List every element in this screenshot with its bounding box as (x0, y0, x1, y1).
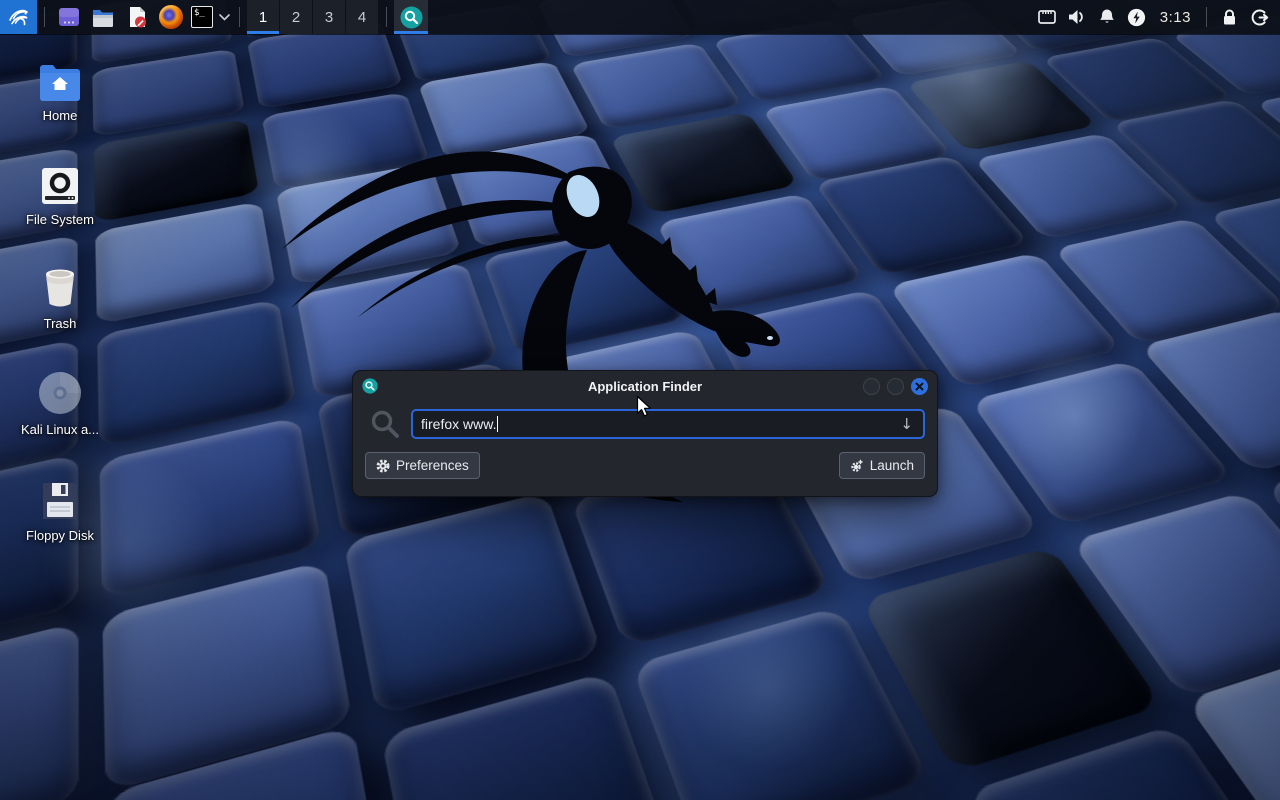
workspace-button-1[interactable]: 1 (247, 0, 279, 34)
desktop-icon-label: Floppy Disk (12, 528, 108, 543)
workspace-button-3[interactable]: 3 (313, 0, 345, 34)
logout-icon[interactable] (1244, 0, 1274, 34)
application-finder-button[interactable] (394, 0, 428, 34)
launch-label: Launch (870, 458, 914, 473)
launch-button[interactable]: Launch (839, 452, 925, 479)
preferences-label: Preferences (396, 458, 469, 473)
search-icon (369, 408, 401, 440)
lock-screen-icon[interactable] (1214, 0, 1244, 34)
optical-disc-icon (12, 368, 108, 416)
home-folder-icon (12, 54, 108, 102)
window-title: Application Finder (353, 379, 937, 394)
dialog-body: firefox www. ↓ Preferences (353, 401, 937, 491)
chevron-down-icon[interactable] (216, 0, 232, 34)
launcher-show-desktop[interactable] (52, 0, 86, 34)
app-finder-icon (400, 6, 423, 29)
panel-separator (1206, 7, 1207, 27)
workspace-label: 4 (358, 9, 366, 26)
launcher-text-editor[interactable] (120, 0, 154, 34)
wallpaper-cube (0, 622, 79, 800)
desktop-icon-label: Kali Linux a... (12, 422, 108, 437)
launcher-terminal[interactable]: $_ (188, 0, 216, 34)
close-button[interactable] (911, 378, 928, 395)
desktop-icon-kali-linux[interactable]: Kali Linux a... (12, 368, 108, 437)
desktop-icon-trash[interactable]: Trash (12, 262, 108, 331)
maximize-button[interactable] (887, 378, 904, 395)
text-caret (497, 416, 498, 432)
terminal-icon: $_ (191, 6, 213, 28)
desktop-icon-label: File System (12, 212, 108, 227)
window-titlebar[interactable]: Application Finder (353, 371, 937, 401)
launcher-firefox[interactable] (154, 0, 188, 34)
workspace-button-4[interactable]: 4 (346, 0, 378, 34)
desktop-icon-file-system[interactable]: File System (12, 158, 108, 227)
close-icon (915, 382, 924, 391)
hard-drive-icon (12, 158, 108, 206)
search-query-text: firefox www. (421, 416, 496, 432)
system-tray: 3:13 (1032, 0, 1280, 34)
workspace-label: 3 (325, 9, 333, 26)
launcher-file-manager[interactable] (86, 0, 120, 34)
applications-menu-button[interactable] (0, 0, 37, 34)
kali-dragon-icon (7, 5, 31, 29)
trash-can-icon (12, 262, 108, 310)
application-finder-window: Application Finder firefox www. (352, 370, 938, 497)
desktop-icon (57, 5, 81, 29)
desktop-icon-home[interactable]: Home (12, 54, 108, 123)
firefox-icon (159, 5, 183, 29)
wallpaper-cube (656, 193, 865, 314)
preferences-button[interactable]: Preferences (365, 452, 480, 479)
search-input[interactable]: firefox www. ↓ (411, 409, 925, 439)
minimize-button[interactable] (863, 378, 880, 395)
workspace-label: 2 (292, 9, 300, 26)
workspace-label: 1 (259, 9, 267, 26)
power-manager-icon[interactable] (1122, 0, 1152, 34)
text-editor-icon (125, 5, 149, 29)
panel-separator (239, 7, 240, 27)
panel-separator (386, 7, 387, 27)
gear-icon (376, 459, 390, 473)
network-icon[interactable] (1032, 0, 1062, 34)
file-manager-icon (91, 5, 115, 29)
notifications-bell-icon[interactable] (1092, 0, 1122, 34)
clock[interactable]: 3:13 (1152, 9, 1199, 26)
app-finder-icon (362, 378, 378, 394)
top-panel: $_ 1 2 3 4 (0, 0, 1280, 34)
desktop-icon-label: Trash (12, 316, 108, 331)
workspace-button-2[interactable]: 2 (280, 0, 312, 34)
dropdown-arrow-icon[interactable]: ↓ (898, 417, 915, 432)
launch-icon (850, 459, 864, 473)
volume-icon[interactable] (1062, 0, 1092, 34)
kali-desktop: $_ 1 2 3 4 (0, 0, 1280, 800)
floppy-disk-icon (12, 474, 108, 522)
panel-separator (44, 7, 45, 27)
desktop-icon-label: Home (12, 108, 108, 123)
desktop-icon-floppy-disk[interactable]: Floppy Disk (12, 474, 108, 543)
